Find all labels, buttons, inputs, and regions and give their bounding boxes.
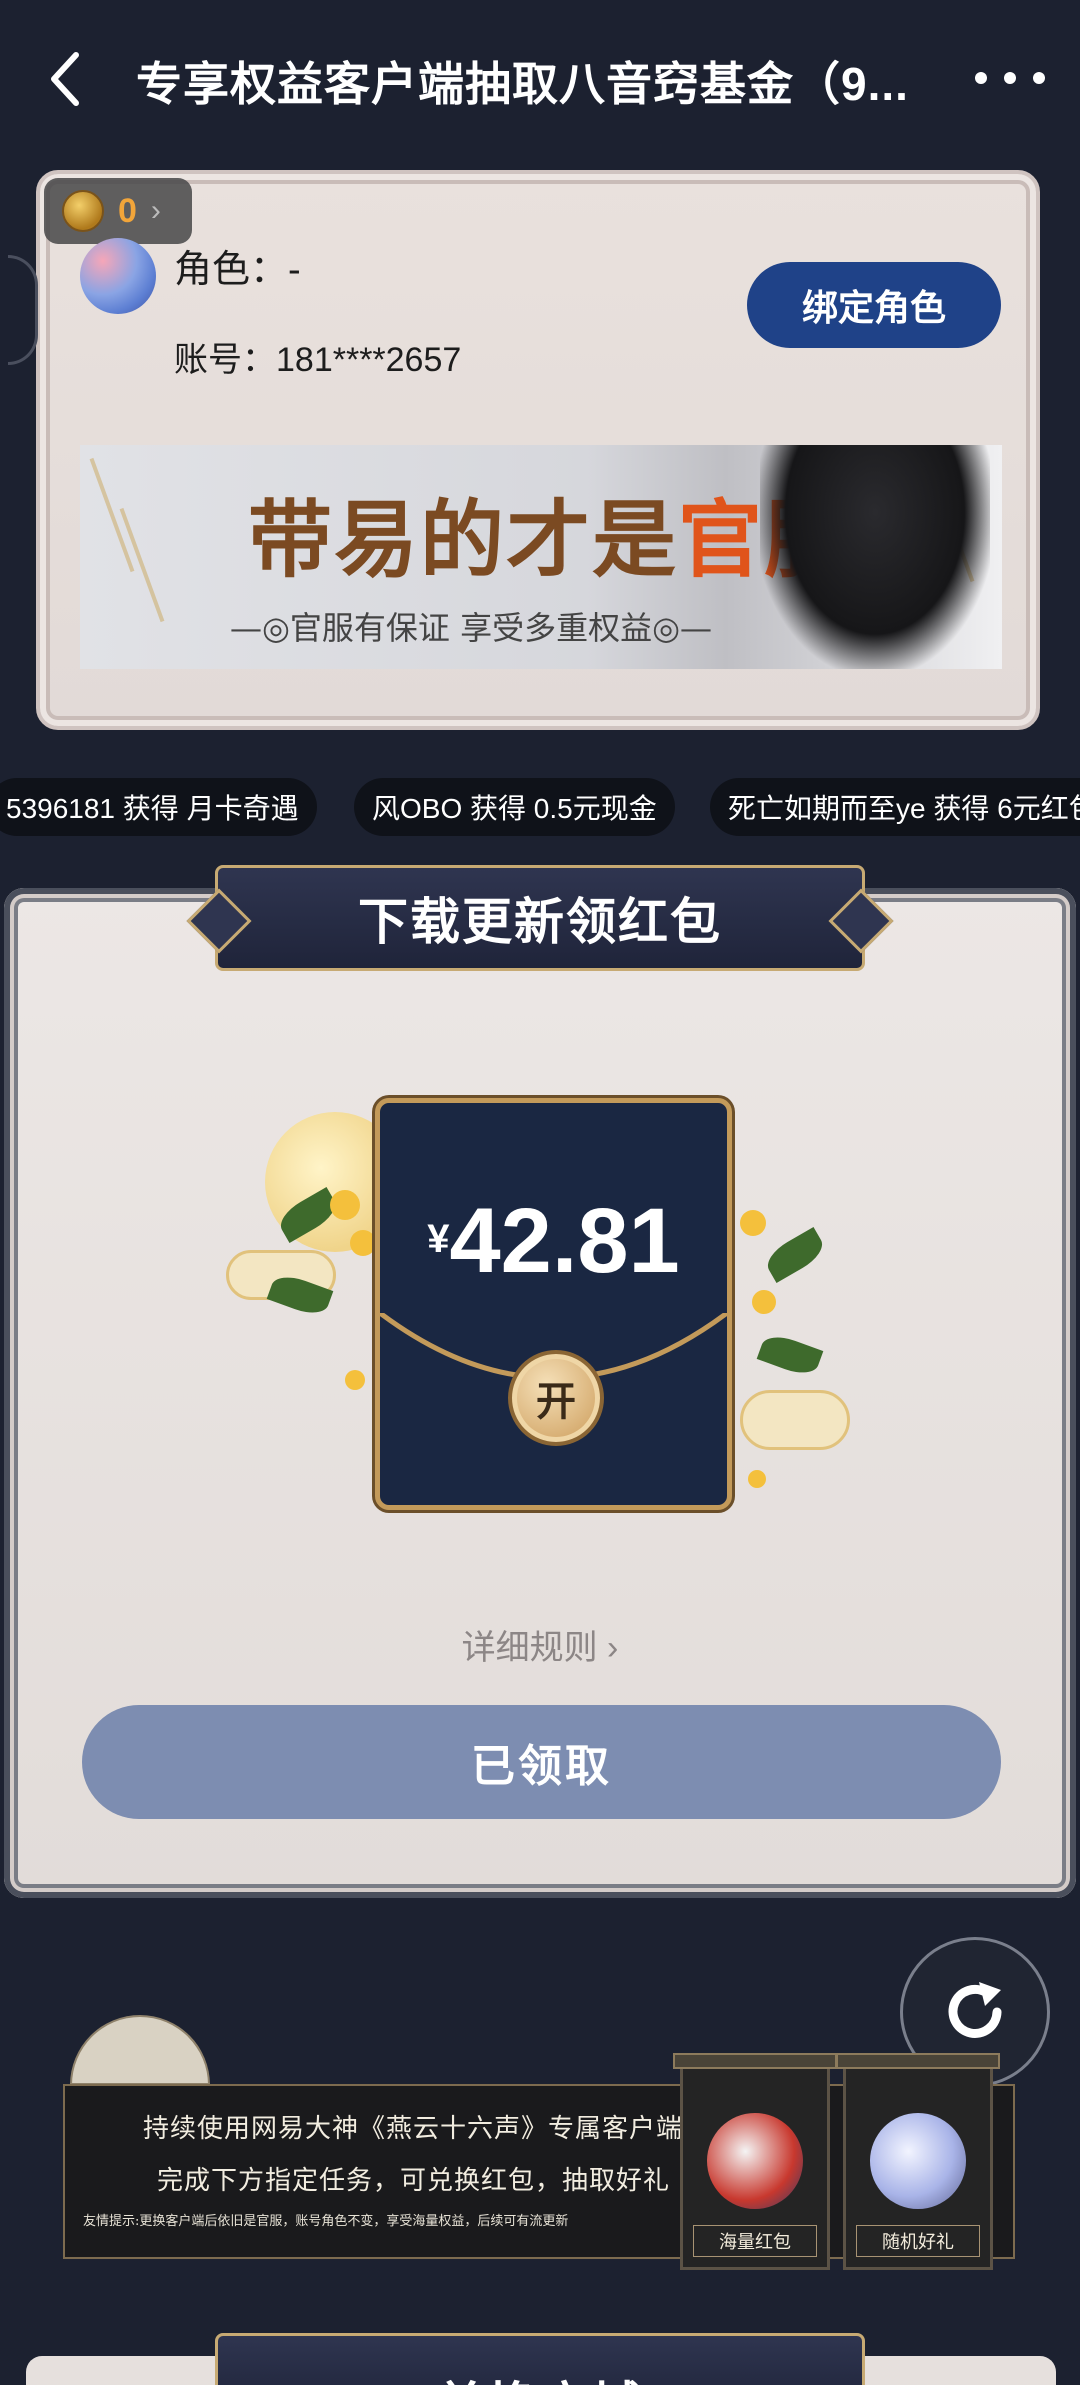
reward-label: 海量红包 [693, 2225, 817, 2257]
random-gift-reward-image [870, 2113, 966, 2209]
section-title: 下载更新领红包 [358, 894, 722, 950]
avatar [80, 238, 156, 314]
banner-subline: —◎官服有保证 享受多重权益◎— [230, 609, 713, 647]
section-title: 兑换商城 [218, 2366, 862, 2385]
coin-balance[interactable]: 0 › [44, 178, 192, 244]
ticker-item: 风OBO 获得 0.5元现金 [354, 778, 675, 836]
currency-symbol: ¥ [427, 1217, 450, 1261]
reward-red-packet: 海量红包 [673, 2053, 837, 2270]
red-envelope[interactable]: ¥42.81 开 [375, 1098, 732, 1510]
osmanthus-decoration [330, 1190, 360, 1220]
winner-ticker: 5396181 获得 月卡奇遇 风OBO 获得 0.5元现金 死亡如期而至ye … [0, 778, 1080, 838]
chevron-right-icon: › [150, 194, 161, 227]
more-horizontal-icon [975, 72, 987, 84]
back-button[interactable] [34, 44, 94, 114]
red-packet-reward-image [707, 2113, 803, 2209]
info-line-2: 完成下方指定任务，可兑换红包，抽取好礼 [157, 2166, 671, 2196]
more-button[interactable] [975, 58, 1045, 98]
ticker-item: 死亡如期而至ye 获得 6元红包 [710, 778, 1080, 836]
envelope-amount: ¥42.81 [380, 1189, 727, 1294]
side-drawer-handle[interactable] [8, 255, 38, 365]
claimed-button[interactable]: 已领取 [82, 1705, 1001, 1819]
amount-value: 42.81 [449, 1190, 680, 1292]
bind-role-button[interactable]: 绑定角色 [747, 262, 1001, 348]
rules-link[interactable]: 详细规则 › [0, 1620, 1080, 1669]
coin-icon [62, 190, 104, 232]
top-bar: 专享权益客户端抽取八音窍基金（9... [0, 0, 1080, 160]
coin-count: 0 [118, 191, 137, 230]
section-header: 下载更新领红包 [215, 865, 865, 971]
official-server-banner[interactable]: 带易的才是官服 —◎官服有保证 享受多重权益◎— [80, 445, 1002, 669]
page: 专享权益客户端抽取八音窍基金（9... 0 › 角色：- 账号：181****2… [0, 0, 1080, 2385]
fan-decoration [70, 2015, 210, 2085]
bamboo-decoration [89, 457, 135, 573]
chevron-left-icon [51, 52, 79, 106]
account-label: 账号：181****2657 [174, 341, 462, 379]
ticker-item: 5396181 获得 月卡奇遇 [0, 778, 317, 836]
info-tip: 友情提示:更换客户端后依旧是官服，账号角色不变，享受海量权益，后续可有流更新 [83, 2214, 569, 2229]
reward-random-gift: 随机好礼 [836, 2053, 1000, 2270]
swordsman-illustration [760, 445, 990, 669]
page-title: 专享权益客户端抽取八音窍基金（9... [136, 58, 909, 110]
section-header: 兑换商城 [215, 2333, 865, 2385]
role-label: 角色：- [174, 249, 301, 291]
refresh-icon [948, 1982, 1002, 2038]
open-button[interactable]: 开 [508, 1350, 604, 1446]
info-line-1: 持续使用网易大神《燕云十六声》专属客户端 [143, 2114, 684, 2144]
reward-label: 随机好礼 [856, 2225, 980, 2257]
